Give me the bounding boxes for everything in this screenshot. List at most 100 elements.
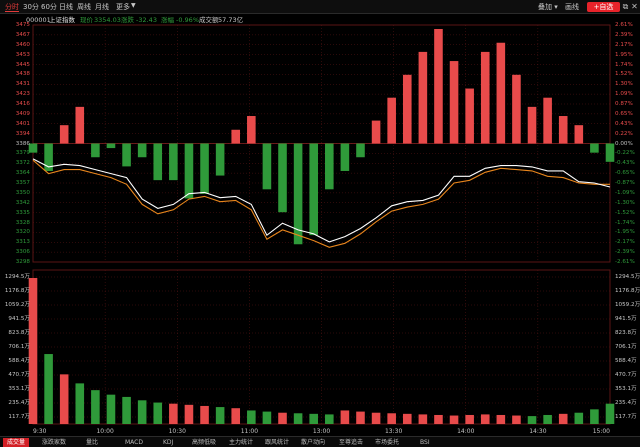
volume-bar: [449, 415, 459, 424]
volume-tick-label: 1176.8万: [4, 288, 30, 294]
indicator-tab[interactable]: 跟风统计: [265, 438, 289, 447]
volume-tick-label-right: 353.1万: [615, 386, 637, 392]
breadth-bar: [309, 143, 318, 236]
time-tick-label: 13:00: [312, 428, 331, 435]
price-tick-label: 3445: [15, 61, 30, 68]
volume-bar: [169, 403, 178, 424]
price-tick-label: 3298: [15, 259, 30, 265]
percent-tick-label: 2.39%: [615, 31, 633, 38]
time-tick-label: 11:00: [240, 428, 259, 435]
breadth-bar: [605, 143, 615, 162]
percent-tick-label: -0.22%: [615, 150, 635, 157]
volume-bar: [247, 410, 256, 424]
percent-tick-label: -1.95%: [615, 229, 635, 236]
indicator-tab[interactable]: 涨跌家数: [42, 438, 66, 447]
percent-tick-label: -0.43%: [615, 160, 635, 167]
volume-tick-label: 706.1万: [8, 344, 30, 350]
volume-bar: [402, 413, 412, 424]
breadth-bar: [122, 143, 131, 167]
volume-bar: [91, 390, 100, 424]
percent-tick-label: 1.09%: [615, 91, 633, 98]
percent-tick-label: 0.87%: [615, 101, 633, 107]
percent-tick-label: 2.61%: [615, 22, 633, 28]
price-tick-label: 3357: [15, 180, 30, 186]
volume-tick-label-right: 117.7万: [615, 414, 637, 420]
price-tick-label: 3394: [15, 130, 30, 137]
breadth-bar: [496, 42, 506, 144]
breadth-bar: [247, 116, 256, 144]
indicator-tab[interactable]: 高频低吸: [192, 438, 216, 447]
volume-bar: [434, 414, 443, 424]
volume-bar: [325, 414, 334, 424]
indicator-tab[interactable]: 散户动向: [301, 438, 325, 447]
percent-tick-label: -1.52%: [615, 209, 635, 216]
time-tick-label: 14:30: [529, 428, 547, 435]
volume-bar: [184, 404, 194, 424]
volume-bar: [465, 414, 474, 424]
indicator-tab[interactable]: 主力统计: [229, 438, 253, 447]
price-tick-label: 3467: [15, 31, 30, 38]
volume-bar: [340, 410, 350, 424]
breadth-bar: [231, 129, 241, 144]
volume-tick-label: 235.4万: [8, 400, 30, 406]
volume-bar: [122, 396, 131, 424]
volume-bar: [59, 374, 69, 424]
volume-tick-label: 470.7万: [8, 372, 30, 378]
percent-tick-label: -2.17%: [615, 239, 635, 246]
volume-bar: [309, 413, 318, 424]
breadth-bar: [184, 143, 194, 199]
volume-tick-label: 117.7万: [8, 414, 30, 420]
volume-bar: [418, 414, 428, 424]
indicator-tab[interactable]: MACD: [125, 438, 143, 447]
price-tick-label: 3475: [15, 22, 30, 28]
volume-bar: [527, 416, 537, 424]
breadth-bar: [200, 143, 209, 194]
breadth-bar: [325, 143, 334, 190]
volume-tick-label: 823.8万: [8, 330, 30, 336]
percent-tick-label: 1.30%: [615, 81, 633, 88]
indicator-tab[interactable]: 量比: [86, 438, 98, 447]
breadth-bar: [169, 143, 178, 181]
percent-tick-label: -0.87%: [615, 180, 635, 186]
percent-tick-label: 0.22%: [615, 130, 633, 137]
price-tick-label: 3431: [15, 81, 30, 88]
volume-tick-label-right: 706.1万: [615, 344, 637, 350]
percent-tick-label: 1.95%: [615, 51, 633, 58]
price-tick-label: 3416: [15, 101, 30, 107]
volume-tick-label-right: 941.5万: [615, 316, 637, 322]
price-tick-label: 3379: [15, 150, 30, 157]
volume-bar: [512, 415, 521, 424]
breadth-bar: [480, 51, 490, 144]
indicator-tab[interactable]: 市场委托: [375, 438, 399, 447]
breadth-bar: [91, 143, 100, 158]
volume-bar: [543, 414, 552, 424]
price-tick-label: 3306: [15, 249, 30, 256]
indicator-tab[interactable]: 至尊追击: [339, 438, 363, 447]
volume-bar: [496, 414, 506, 424]
price-tick-label: 3409: [15, 110, 30, 117]
indicator-tab[interactable]: 成交量: [3, 438, 30, 447]
volume-tick-label-right: 235.4万: [615, 400, 637, 406]
volume-bar: [106, 394, 116, 424]
volume-bar: [590, 409, 599, 424]
intraday-chart[interactable]: [0, 0, 640, 447]
price-tick-label: 3401: [15, 120, 30, 127]
volume-bar: [371, 412, 381, 424]
volume-bar: [200, 405, 209, 424]
breadth-bar: [543, 97, 552, 144]
volume-tick-label-right: 1176.8万: [615, 288, 640, 294]
percent-tick-label: 0.65%: [615, 110, 633, 117]
indicator-tab[interactable]: KDJ: [163, 438, 173, 447]
time-tick-label: 10:00: [96, 428, 114, 435]
indicator-tab[interactable]: BSI: [420, 438, 430, 447]
price-tick-label: 3320: [15, 229, 30, 236]
volume-tick-label: 1294.5万: [4, 274, 30, 280]
price-tick-label: 3372: [15, 160, 30, 167]
breadth-bar: [340, 143, 350, 171]
time-tick-label: 14:00: [457, 428, 475, 435]
price-tick-label: 3386: [15, 140, 30, 147]
percent-tick-label: -1.30%: [615, 199, 635, 206]
breadth-bar: [215, 143, 225, 176]
price-tick-label: 3335: [15, 209, 30, 216]
volume-tick-label: 353.1万: [8, 386, 30, 392]
